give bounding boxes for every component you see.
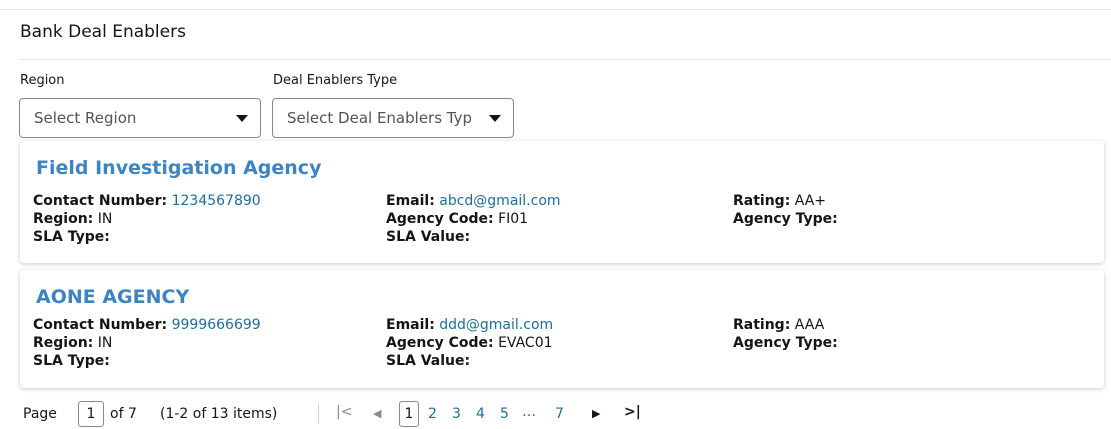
agency-name[interactable]: AONE AGENCY [36,286,189,308]
agency-code-value: FI01 [498,211,529,227]
agency-code-field: Agency Code: EVAC01 [386,334,553,352]
page-link[interactable]: 4 [476,406,485,422]
agency-code-field: Agency Code: FI01 [386,210,528,228]
page-number-input[interactable]: 1 [78,401,104,427]
agency-type-field: Agency Type: [733,210,838,228]
email-value[interactable]: abcd@gmail.com [439,193,560,209]
deal-type-select-placeholder: Select Deal Enablers Typ [287,109,471,127]
agency-code-label: Agency Code: [386,335,494,351]
email-field: Email: abcd@gmail.com [386,192,561,210]
region-field: Region: IN [33,210,112,228]
rating-value: AA+ [794,193,827,209]
agency-code-value: EVAC01 [498,335,553,351]
deal-type-select[interactable]: Select Deal Enablers Typ [272,98,514,138]
email-value[interactable]: ddd@gmail.com [439,317,553,333]
rating-label: Rating: [733,317,791,333]
page-label: Page [23,406,57,422]
agency-name[interactable]: Field Investigation Agency [36,157,321,179]
rating-value: AAA [794,317,825,333]
contact-number-label: Contact Number: [33,193,168,209]
contact-number-field: Contact Number: 9999666699 [33,316,261,334]
sla-value-label: SLA Value: [386,229,471,245]
top-divider [0,9,1111,10]
pager-divider [318,404,319,424]
agency-code-label: Agency Code: [386,211,494,227]
title-divider [20,59,1111,60]
sla-type-label: SLA Type: [33,229,110,245]
previous-page-icon[interactable]: ◀ [373,407,381,420]
first-page-icon[interactable]: |< [336,404,352,420]
agency-card[interactable]: Field Investigation Agency Contact Numbe… [20,141,1104,263]
next-page-icon[interactable]: ▶ [592,407,600,420]
page-ellipsis[interactable]: … [522,404,536,420]
agency-type-label: Agency Type: [733,211,838,227]
contact-number-field: Contact Number: 1234567890 [33,192,261,210]
chevron-down-icon [489,115,501,122]
region-filter-label: Region [20,73,65,88]
last-page-icon[interactable]: >| [624,404,641,420]
email-field: Email: ddd@gmail.com [386,316,553,334]
contact-number-value[interactable]: 9999666699 [172,317,261,333]
rating-field: Rating: AA+ [733,192,826,210]
page-link[interactable]: 5 [500,406,509,422]
contact-number-label: Contact Number: [33,317,168,333]
region-label: Region: [33,335,94,351]
sla-type-field: SLA Type: [33,352,110,370]
page-count-label: of 7 [110,406,137,422]
sla-type-label: SLA Type: [33,353,110,369]
page-link[interactable]: 3 [452,406,461,422]
region-select[interactable]: Select Region [19,98,261,138]
pagination: Page 1 of 7 (1-2 of 13 items) |< ◀ 1 2 3… [0,398,1111,428]
region-value: IN [97,211,113,227]
email-label: Email: [386,317,435,333]
items-summary: (1-2 of 13 items) [160,406,278,422]
region-value: IN [97,335,113,351]
rating-field: Rating: AAA [733,316,824,334]
sla-type-field: SLA Type: [33,228,110,246]
sla-value-field: SLA Value: [386,228,470,246]
page-link-current[interactable]: 1 [399,401,419,427]
page-link-last[interactable]: 7 [555,406,564,422]
agency-card[interactable]: AONE AGENCY Contact Number: 9999666699 R… [20,270,1104,388]
page-link-label: 1 [404,406,414,422]
deal-type-filter-label: Deal Enablers Type [273,73,398,88]
region-field: Region: IN [33,334,112,352]
region-label: Region: [33,211,94,227]
email-label: Email: [386,193,435,209]
section-title: Bank Deal Enablers [20,22,186,42]
agency-type-label: Agency Type: [733,335,838,351]
sla-value-label: SLA Value: [386,353,471,369]
contact-number-value[interactable]: 1234567890 [172,193,261,209]
region-select-placeholder: Select Region [34,109,137,127]
agency-type-field: Agency Type: [733,334,838,352]
rating-label: Rating: [733,193,791,209]
page-link[interactable]: 2 [428,406,437,422]
sla-value-field: SLA Value: [386,352,470,370]
chevron-down-icon [236,115,248,122]
